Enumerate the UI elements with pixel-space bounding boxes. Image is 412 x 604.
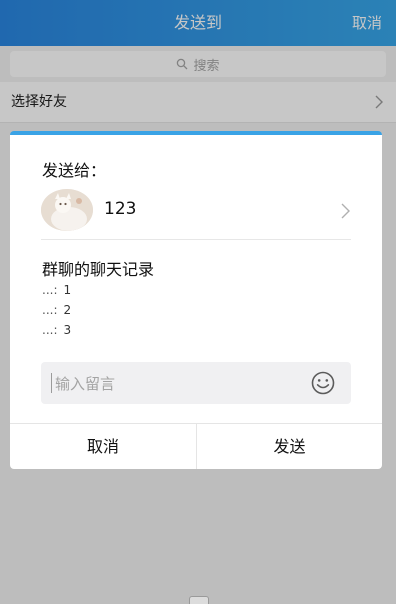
message-sender: ...: [42, 323, 58, 337]
chat-history-item: ...: 2 [42, 303, 71, 317]
send-button[interactable]: 发送 [197, 424, 382, 469]
chat-history-item: ...: 3 [42, 323, 71, 337]
avatar [41, 189, 93, 231]
chat-history-item: ...: 1 [42, 283, 71, 297]
right-margin [396, 0, 412, 604]
message-text: 3 [63, 323, 72, 337]
message-text: 2 [63, 303, 72, 317]
message-text: 1 [63, 283, 72, 297]
share-screen: 发送到 取消 搜索 选择好友 发送给： 123 群聊的聊天记录 ...: 1 .… [0, 0, 396, 604]
emoji-icon[interactable] [310, 371, 336, 395]
chat-history-title: 群聊的聊天记录 [42, 260, 155, 279]
cancel-button[interactable]: 取消 [10, 424, 196, 469]
comment-input[interactable] [53, 362, 297, 406]
divider [41, 239, 351, 240]
chevron-right-icon[interactable] [340, 202, 351, 220]
text-caret [51, 373, 52, 393]
send-to-label: 发送给： [42, 161, 107, 180]
send-dialog: 发送给： 123 群聊的聊天记录 ...: 1 ...: 2 ...: 3 输入… [10, 131, 382, 469]
comment-field [41, 362, 351, 406]
message-sender: ...: [42, 283, 58, 297]
home-handle [189, 596, 209, 604]
message-sender: ...: [42, 303, 58, 317]
recipient-name[interactable]: 123 [104, 199, 136, 219]
